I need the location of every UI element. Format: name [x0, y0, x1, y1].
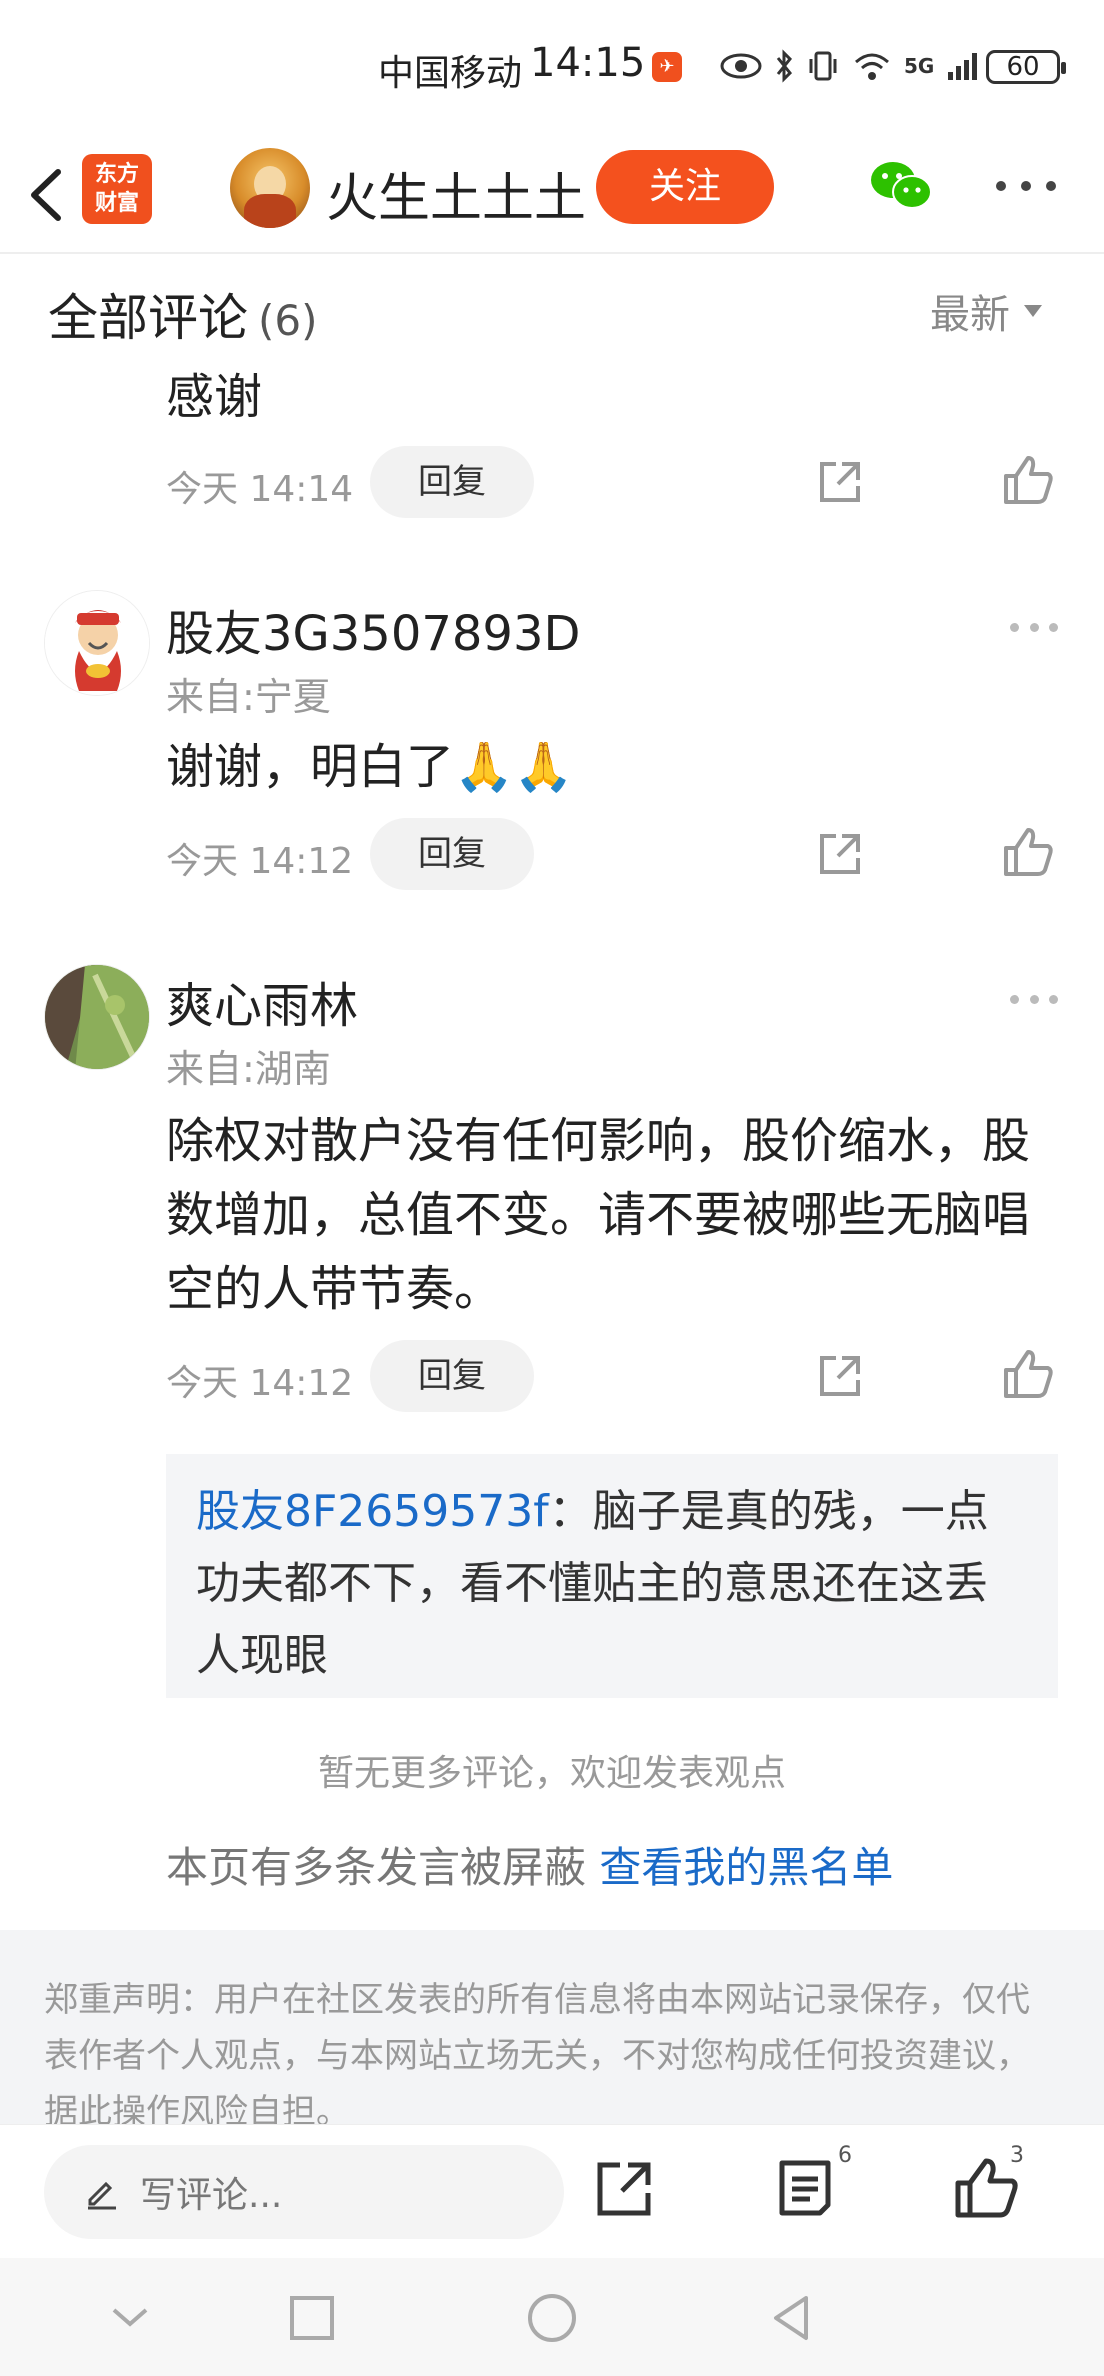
comment-time: 今天 14:14: [166, 469, 354, 510]
comment-share-button[interactable]: [812, 454, 868, 510]
share-button[interactable]: [590, 2153, 660, 2223]
comments-count: (6): [258, 296, 318, 345]
nav-recents-button[interactable]: [282, 2288, 342, 2348]
top-header: 东方 财富 火生土土土 关注: [0, 136, 1104, 254]
comment-body: 除权对散户没有任何影响，股价缩水，股数增加，总值不变。请不要被哪些无脑唱空的人带…: [166, 1113, 1031, 1317]
square-icon: [290, 2296, 334, 2340]
follow-button[interactable]: 关注: [596, 150, 774, 224]
eastmoney-logo[interactable]: 东方 财富: [82, 154, 152, 224]
comment-more-button[interactable]: [1010, 620, 1058, 634]
comment-share-button[interactable]: [812, 826, 868, 882]
thumbs-up-icon: [1004, 1350, 1053, 1398]
nav-home-button[interactable]: [522, 2288, 582, 2348]
share-icon: [820, 834, 860, 874]
reply-button[interactable]: 回复: [370, 818, 534, 890]
thumbs-up-icon: [1004, 828, 1053, 876]
sort-dropdown[interactable]: 最新: [930, 282, 1042, 340]
more-options-button[interactable]: [996, 176, 1056, 196]
disclaimer: 郑重声明：用户在社区发表的所有信息将由本网站记录保存，仅代表作者个人观点，与本网…: [0, 1930, 1104, 2124]
author-name[interactable]: 火生土土土: [326, 156, 586, 231]
comment-like-button[interactable]: [1000, 452, 1056, 508]
comment-username[interactable]: 股友3G3507893D: [166, 594, 580, 664]
more-icon: [1010, 622, 1019, 632]
blocked-notice: 本页有多条发言被屏蔽 查看我的黑名单: [166, 1843, 894, 1892]
share-icon: [820, 1356, 860, 1396]
status-time: 14:15: [530, 40, 646, 86]
nav-back-button[interactable]: [762, 2288, 822, 2348]
user-avatar[interactable]: [44, 590, 150, 696]
comments-heading: 全部评论 (6): [48, 289, 318, 347]
comment-body: 感谢: [166, 369, 263, 425]
no-more-comments: 暂无更多评论，欢迎发表观点: [317, 1753, 786, 1794]
user-avatar[interactable]: [44, 964, 150, 1070]
circle-icon: [528, 2294, 576, 2342]
network-type: 5G: [904, 54, 935, 78]
sub-reply-username[interactable]: 股友8F2659573f: [196, 1486, 549, 1537]
sub-reply[interactable]: 股友8F2659573f：脑子是真的残，一点功夫都不下，看不懂贴主的意思还在这丢…: [166, 1454, 1058, 1698]
status-bar: 中国移动 14:15 ✈ 5G 60: [0, 0, 1104, 136]
carrier-name: 中国移动: [378, 53, 523, 94]
share-icon: [597, 2162, 651, 2216]
comment-like-button[interactable]: [1000, 824, 1056, 880]
wifi-icon: [855, 53, 889, 80]
system-navigation-bar: [0, 2258, 1104, 2376]
thumbs-up-icon: [1004, 456, 1053, 504]
back-arrow-icon: [31, 169, 61, 221]
comment-location: 来自:宁夏: [166, 675, 331, 719]
comment-username[interactable]: 爽心雨林: [166, 966, 358, 1036]
comment-body: 谢谢，明白了🙏🙏: [166, 739, 574, 795]
pen-icon: [88, 2181, 116, 2210]
blacklist-link[interactable]: 查看我的黑名单: [599, 1843, 893, 1892]
battery-indicator: 60: [986, 50, 1066, 84]
comments-icon: [779, 2160, 831, 2216]
comment-time: 今天 14:12: [166, 841, 354, 882]
signal-icon: [948, 53, 978, 80]
comment-share-button[interactable]: [812, 1348, 868, 1404]
share-icon: [820, 462, 860, 502]
more-icon: [1010, 994, 1019, 1004]
status-icons: 5G: [720, 46, 982, 86]
reply-button[interactable]: 回复: [370, 1340, 534, 1412]
comments-count-badge: 6: [838, 2143, 852, 2168]
vibrate-icon: [809, 51, 837, 81]
eye-icon: [720, 53, 762, 79]
chevron-down-icon: [112, 2308, 148, 2327]
comment-more-button[interactable]: [1010, 992, 1058, 1006]
comments-button[interactable]: [770, 2153, 840, 2223]
notification-app-icon: ✈: [652, 52, 682, 82]
bottom-action-bar: 写评论... 6 3: [0, 2124, 1104, 2258]
like-count-badge: 3: [1010, 2143, 1024, 2168]
author-avatar[interactable]: [230, 148, 310, 228]
comment-location: 来自:湖南: [166, 1047, 331, 1091]
wechat-share-button[interactable]: [868, 156, 934, 216]
comment-like-button[interactable]: [1000, 1346, 1056, 1402]
reply-button[interactable]: 回复: [370, 446, 534, 518]
triangle-back-icon: [774, 2296, 808, 2340]
wechat-icon: [871, 162, 932, 209]
comment-time: 今天 14:12: [166, 1363, 354, 1404]
chevron-down-icon: [1024, 305, 1042, 317]
nav-hide-button[interactable]: [100, 2288, 160, 2348]
back-button[interactable]: [20, 158, 76, 232]
bluetooth-icon: [776, 49, 793, 83]
write-comment-input[interactable]: 写评论...: [44, 2145, 564, 2239]
more-icon: [996, 181, 1006, 191]
